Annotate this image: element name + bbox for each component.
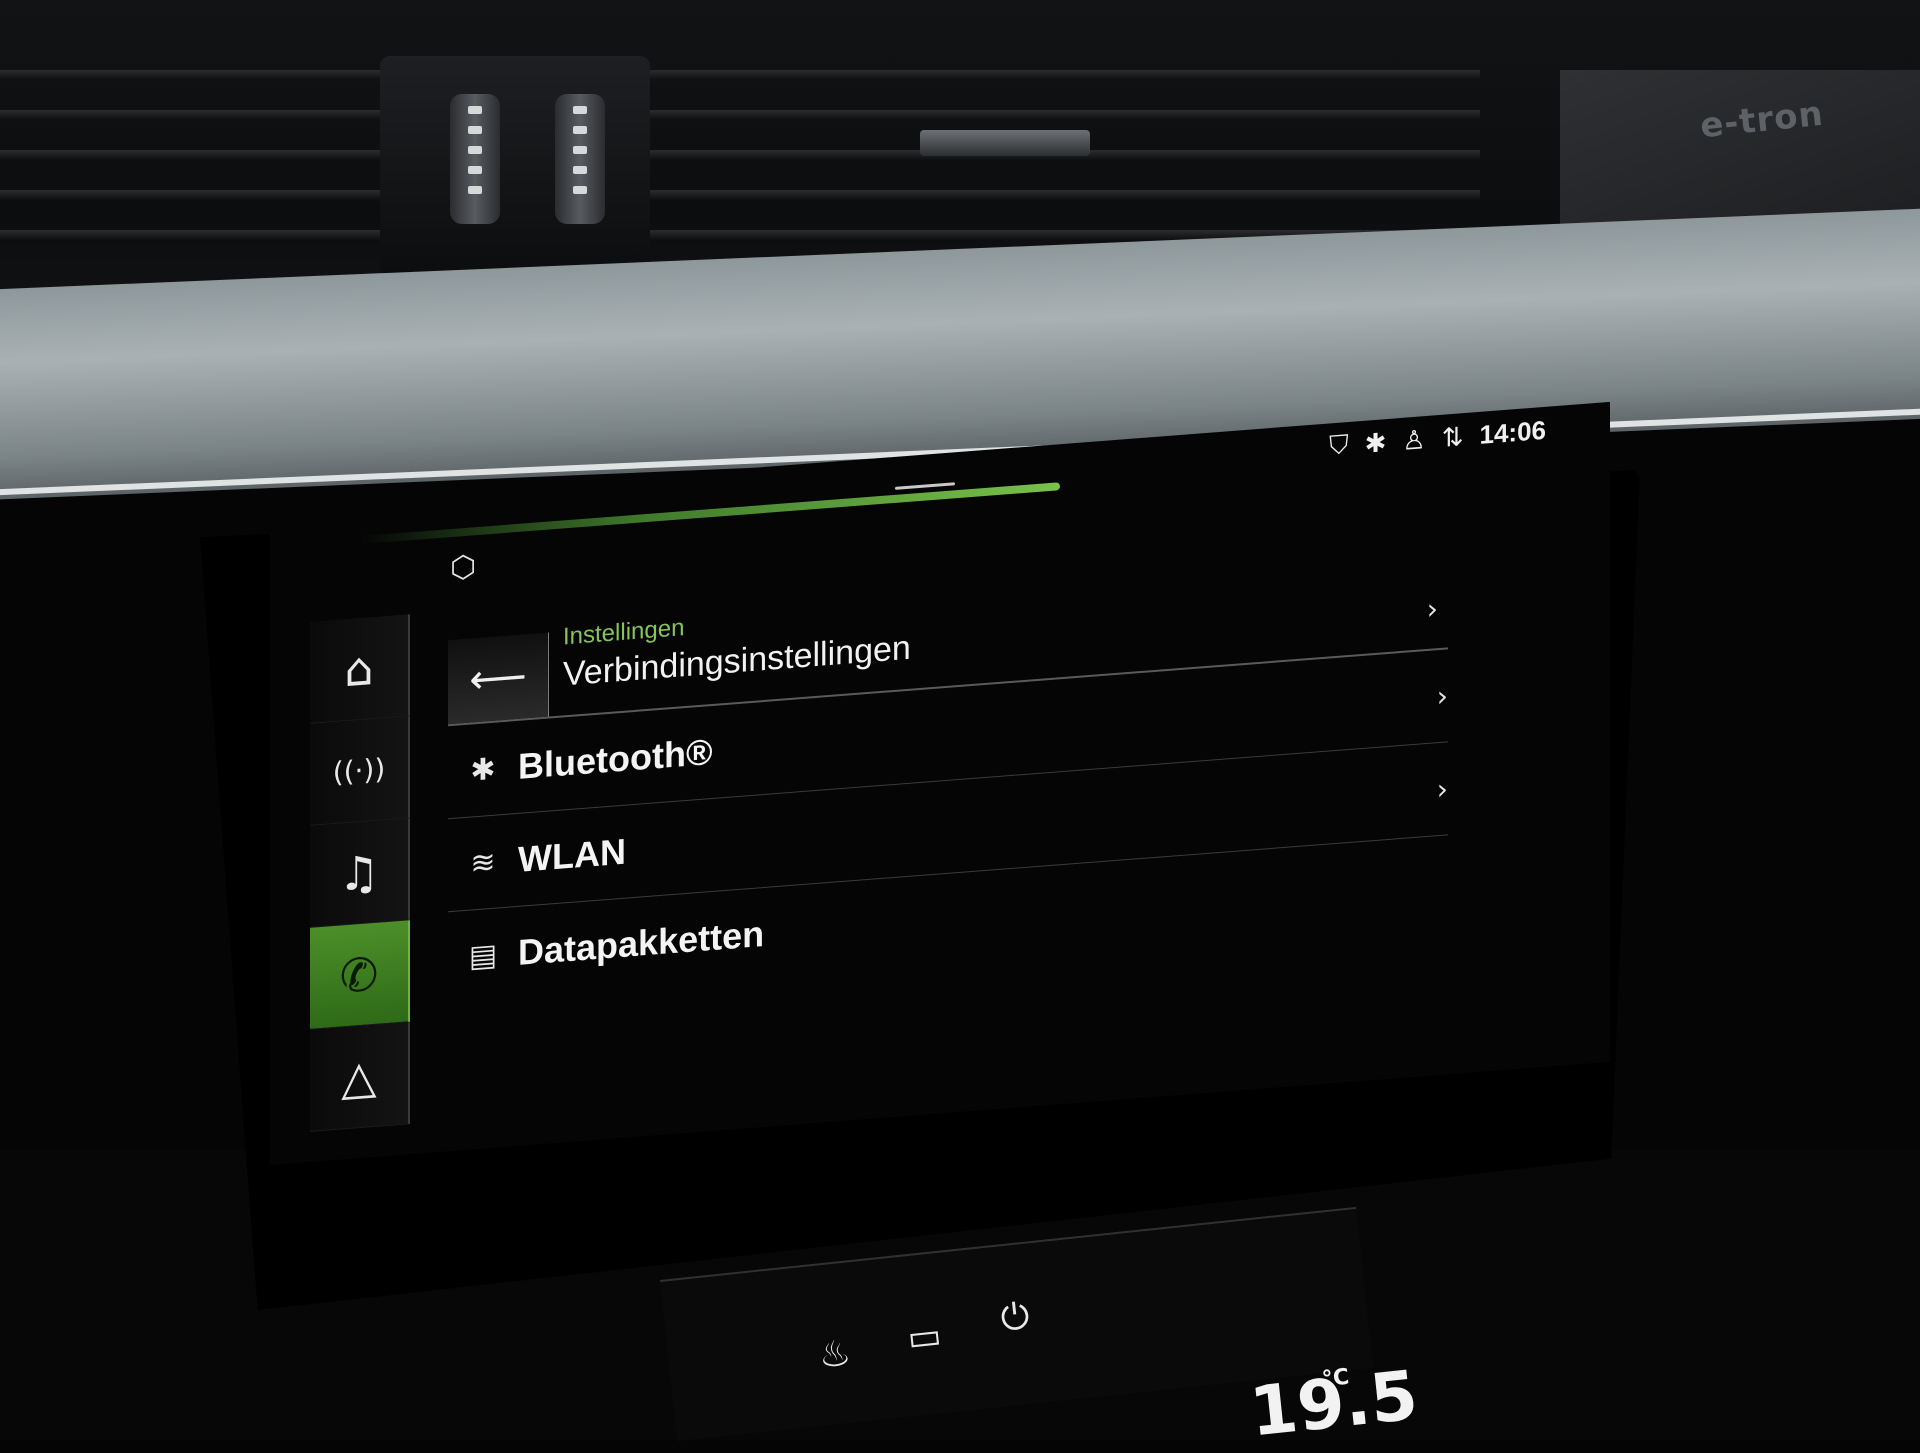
infotainment-screen: ⛉ ✱ ♙ ⇅ 14:06 ⬡ ⌂ ((·)) ♫ ✆ △ ⟵ Instelli… [270, 401, 1610, 1166]
bluetooth-icon: ✱ [470, 751, 496, 789]
back-arrow-icon: ⟵ [469, 653, 527, 704]
air-vent-slat [0, 110, 1480, 120]
settings-cube-icon: ⬡ [450, 549, 477, 587]
vent-wheel-right[interactable] [555, 94, 605, 224]
status-glow [360, 482, 1060, 545]
sidebar-media[interactable]: ♫ [310, 818, 410, 928]
home-icon: ⌂ [344, 640, 374, 697]
seat-heating-icon[interactable]: ♨ [817, 1333, 853, 1377]
temperature-unit: °C [1320, 1364, 1351, 1393]
list-item-label: Datapakketten [518, 912, 765, 973]
air-vent-blade[interactable] [920, 130, 1090, 156]
sidebar: ⌂ ((·)) ♫ ✆ △ [310, 614, 414, 1132]
air-vent-slat [0, 150, 1480, 160]
pull-down-handle[interactable] [895, 482, 955, 490]
vent-wheel-left[interactable] [450, 94, 500, 224]
sidebar-phone[interactable]: ✆ [310, 920, 410, 1030]
breadcrumb[interactable]: Instellingen [563, 614, 684, 651]
climate-power-icon[interactable]: ⏻ [999, 1296, 1032, 1341]
music-note-icon: ♫ [338, 844, 380, 902]
settings-list: ⟵ Instellingen Verbindingsinstellingen ›… [448, 549, 1448, 1004]
list-item-label: Bluetooth® [518, 730, 713, 787]
bluetooth-icon: ✱ [1364, 427, 1387, 460]
sidebar-radio[interactable]: ((·)) [310, 716, 410, 826]
sidebar-navigation[interactable]: △ [310, 1022, 410, 1132]
radio-antenna-icon: ((·)) [332, 752, 386, 790]
clock: 14:06 [1479, 414, 1547, 450]
chevron-right-icon[interactable]: › [1427, 592, 1438, 626]
lte-icon: ⇅ [1441, 421, 1464, 454]
user-icon: ♙ [1402, 424, 1426, 457]
chevron-right-icon: › [1436, 771, 1448, 806]
air-vent-slat [0, 70, 1480, 80]
air-vent-controls [380, 56, 650, 286]
status-bar: ⛉ ✱ ♙ ⇅ 14:06 [1329, 415, 1546, 463]
chevron-right-icon: › [1436, 678, 1448, 713]
back-button[interactable]: ⟵ [448, 632, 549, 725]
sidebar-home[interactable]: ⌂ [310, 614, 410, 724]
phone-icon: ✆ [339, 946, 379, 1004]
rear-defrost-icon[interactable]: ▭ [905, 1315, 943, 1359]
data-package-icon: ▤ [468, 937, 498, 975]
air-vent-slat [0, 190, 1480, 200]
navigation-arrow-icon: △ [341, 1048, 377, 1106]
location-shield-icon: ⛉ [1329, 430, 1349, 462]
wifi-icon: ≋ [470, 844, 496, 882]
list-item-label: WLAN [518, 830, 626, 880]
